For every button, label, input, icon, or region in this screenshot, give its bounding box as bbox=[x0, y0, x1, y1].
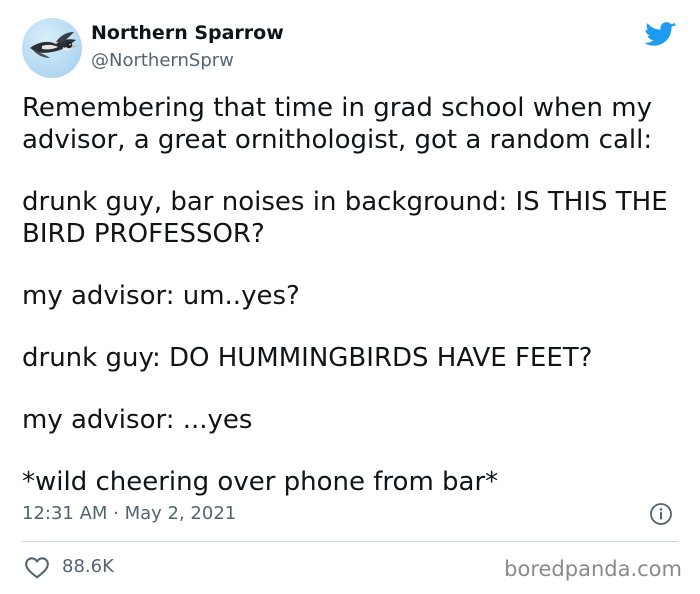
tweet-paragraph: Remembering that time in grad school whe… bbox=[22, 93, 652, 123]
tweet-card: Northern Sparrow @NorthernSprw Rememberi… bbox=[0, 0, 700, 594]
tweet-paragraph: drunk guy: DO HUMMINGBIRDS HAVE FEET? bbox=[22, 343, 593, 373]
tweet-paragraph: advisor, a great ornithologist, got a ra… bbox=[22, 125, 653, 155]
like-count: 88.6K bbox=[62, 556, 114, 577]
author-name[interactable]: Northern Sparrow bbox=[91, 22, 284, 44]
tweet-paragraph: BIRD PROFESSOR? bbox=[22, 219, 265, 249]
heart-icon[interactable] bbox=[24, 555, 50, 579]
author-handle[interactable]: @NorthernSprw bbox=[91, 50, 234, 71]
tweet-paragraph: drunk guy, bar noises in background: IS … bbox=[22, 187, 668, 217]
tweet-paragraph: my advisor: um..yes? bbox=[22, 281, 300, 311]
tweet-paragraph: my advisor: ...yes bbox=[22, 405, 253, 435]
watermark: boredpanda.com bbox=[504, 557, 682, 581]
bird-avatar-icon bbox=[30, 32, 78, 58]
tweet-paragraph: *wild cheering over phone from bar* bbox=[22, 467, 499, 497]
tweet-timestamp[interactable]: 12:31 AM · May 2, 2021 bbox=[22, 503, 236, 524]
divider bbox=[22, 541, 678, 542]
twitter-bird-icon[interactable] bbox=[645, 22, 677, 48]
info-icon[interactable] bbox=[649, 502, 673, 526]
avatar[interactable] bbox=[22, 18, 82, 78]
tweet-text: Remembering that time in grad school whe… bbox=[22, 92, 682, 528]
